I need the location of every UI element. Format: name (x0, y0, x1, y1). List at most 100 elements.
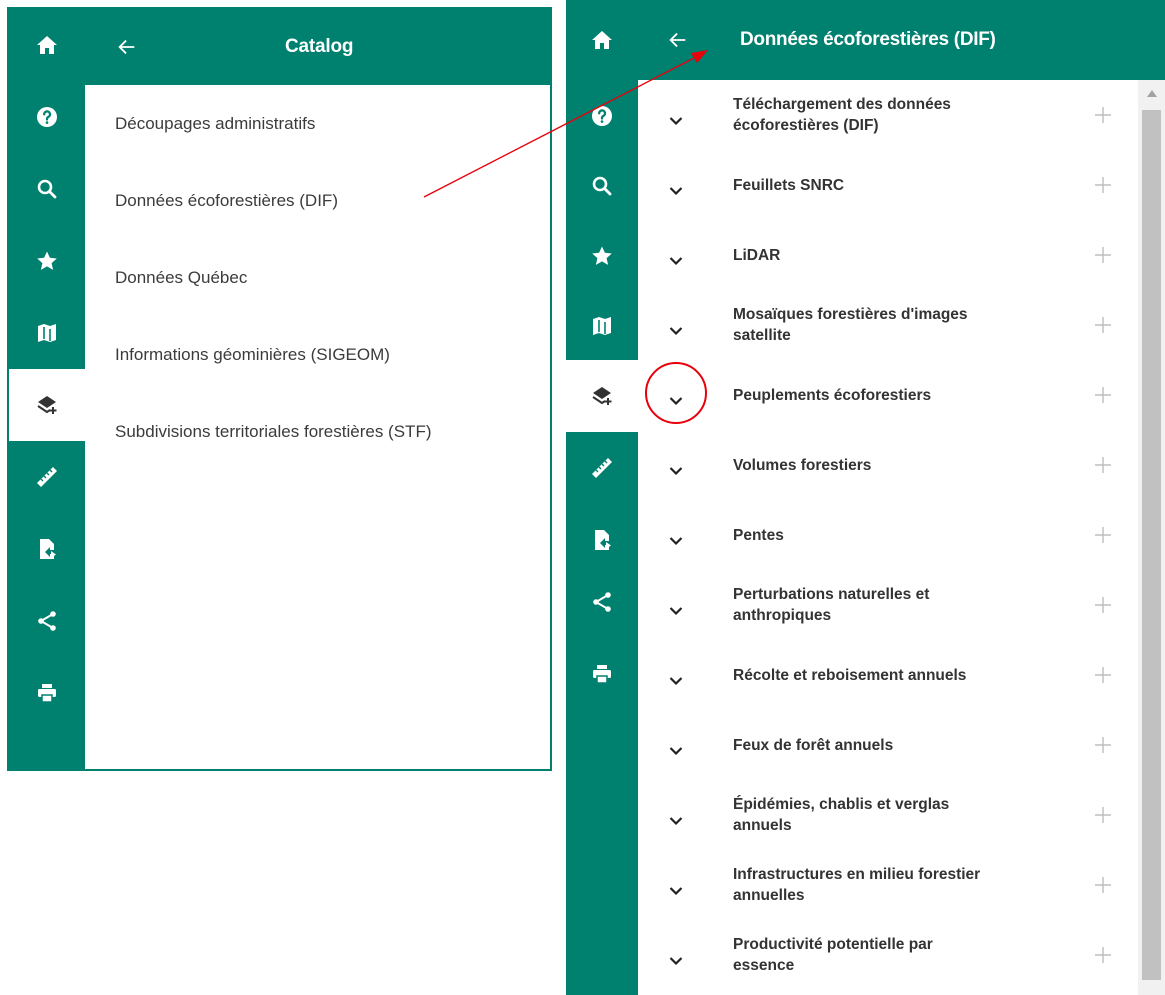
layer-label-line: Productivité potentielle par (733, 936, 933, 953)
expand-button[interactable] (666, 951, 686, 971)
plus-icon (1095, 177, 1111, 193)
chevron-down-icon (669, 887, 683, 896)
plus-icon (1095, 457, 1111, 473)
expand-button[interactable] (666, 251, 686, 271)
add-layer-button[interactable] (566, 360, 638, 432)
layer-label[interactable]: Infrastructures en milieu forestier annue… (733, 864, 1063, 906)
chevron-down-icon (669, 397, 683, 406)
triangle-up-icon (1146, 90, 1157, 97)
chevron-down-icon (669, 117, 683, 126)
layer-label[interactable]: Récolte et reboisement annuels (733, 665, 1063, 686)
search-button[interactable] (566, 150, 638, 222)
layer-label-line: Téléchargement des données (733, 96, 951, 113)
add-layer-plus-button[interactable] (1094, 806, 1112, 824)
print-button[interactable] (9, 657, 85, 729)
catalog-panel: Catalog Découpages administratifs Donnée… (7, 7, 552, 771)
add-layer-button[interactable] (9, 369, 85, 441)
layer-label[interactable]: Perturbations naturelles et anthropiques (733, 584, 1063, 626)
ruler-icon (592, 458, 612, 478)
export-button[interactable] (9, 513, 85, 585)
catalog-item[interactable]: Subdivisions territoriales forestières (… (85, 393, 550, 470)
layer-label-line: Pentes (733, 526, 784, 544)
layer-label[interactable]: Peuplements écoforestiers (733, 385, 1063, 406)
layer-row: Volumes forestiers (638, 430, 1138, 500)
share-icon (38, 611, 56, 631)
share-button[interactable] (566, 566, 638, 638)
expand-button[interactable] (666, 881, 686, 901)
search-button[interactable] (9, 153, 85, 225)
favorites-button[interactable] (9, 225, 85, 297)
add-layer-plus-button[interactable] (1094, 176, 1112, 194)
layer-label[interactable]: LiDAR (733, 245, 1063, 266)
favorites-button[interactable] (566, 220, 638, 292)
layer-label[interactable]: Mosaïques forestières d'images satellite (733, 304, 1063, 346)
layer-label-line: Feuillets SNRC (733, 176, 845, 194)
expand-button[interactable] (666, 671, 686, 691)
add-layer-plus-button[interactable] (1094, 106, 1112, 124)
map-icon (38, 324, 56, 342)
expand-button[interactable] (666, 811, 686, 831)
catalog-list: Découpages administratifs Données écofor… (85, 85, 550, 470)
home-button[interactable] (9, 9, 85, 81)
measure-button[interactable] (9, 441, 85, 513)
add-layer-plus-button[interactable] (1094, 946, 1112, 964)
layer-label[interactable]: Pentes (733, 525, 1063, 546)
layer-label[interactable]: Téléchargement des données écoforestières… (733, 94, 1063, 136)
layer-label-line: Infrastructures en milieu forestier (733, 866, 981, 883)
layer-label-line: Épidémies, chablis et verglas (733, 796, 950, 813)
add-layer-plus-button[interactable] (1094, 246, 1112, 264)
catalog-item[interactable]: Données écoforestières (DIF) (85, 162, 550, 239)
map-button[interactable] (9, 297, 85, 369)
add-layer-plus-button[interactable] (1094, 666, 1112, 684)
expand-button[interactable] (666, 601, 686, 621)
add-layer-plus-button[interactable] (1094, 316, 1112, 334)
expand-button[interactable] (666, 321, 686, 341)
plus-icon (1095, 107, 1111, 123)
add-layer-plus-button[interactable] (1094, 596, 1112, 614)
layer-label[interactable]: Volumes forestiers (733, 455, 1063, 476)
expand-button[interactable] (666, 391, 686, 411)
chevron-down-icon (669, 537, 683, 546)
layer-row: Productivité potentielle par essence (638, 920, 1138, 990)
plus-icon (1095, 667, 1111, 683)
catalog-item[interactable]: Données Québec (85, 239, 550, 316)
expand-button[interactable] (666, 461, 686, 481)
layer-label[interactable]: Productivité potentielle par essence (733, 934, 1063, 976)
print-button[interactable] (566, 638, 638, 710)
scrollbar-thumb[interactable] (1142, 110, 1161, 980)
ruler-icon (37, 467, 57, 487)
share-button[interactable] (9, 585, 85, 657)
expand-button[interactable] (666, 111, 686, 131)
scrollbar[interactable] (1138, 80, 1165, 995)
arrow-left-icon (118, 39, 135, 55)
add-layer-plus-button[interactable] (1094, 736, 1112, 754)
home-button[interactable] (566, 0, 638, 80)
map-button[interactable] (566, 290, 638, 362)
measure-button[interactable] (566, 432, 638, 504)
expand-button[interactable] (666, 741, 686, 761)
plus-icon (1095, 947, 1111, 963)
layer-label[interactable]: Feuillets SNRC (733, 175, 1063, 196)
right-icon-sidebar (566, 0, 638, 995)
scroll-up-button[interactable] (1138, 80, 1165, 107)
expand-button[interactable] (666, 181, 686, 201)
help-button[interactable] (566, 80, 638, 152)
add-layer-plus-button[interactable] (1094, 456, 1112, 474)
catalog-item[interactable]: Informations géominières (SIGEOM) (85, 316, 550, 393)
back-button[interactable] (97, 9, 157, 85)
help-button[interactable] (9, 81, 85, 153)
back-button[interactable] (648, 0, 708, 80)
plus-icon (1095, 807, 1111, 823)
add-layer-plus-button[interactable] (1094, 526, 1112, 544)
layer-label[interactable]: Épidémies, chablis et verglas annuels (733, 794, 1063, 836)
expand-button[interactable] (666, 531, 686, 551)
add-layer-plus-button[interactable] (1094, 876, 1112, 894)
add-layer-plus-button[interactable] (1094, 386, 1112, 404)
layer-label-line: Perturbations naturelles et (733, 586, 930, 603)
chevron-down-icon (669, 187, 683, 196)
help-icon (37, 107, 57, 127)
catalog-item[interactable]: Découpages administratifs (85, 85, 550, 162)
layer-label[interactable]: Feux de forêt annuels (733, 735, 1063, 756)
layer-row: Récolte et reboisement annuels (638, 640, 1138, 710)
search-icon (37, 179, 57, 199)
